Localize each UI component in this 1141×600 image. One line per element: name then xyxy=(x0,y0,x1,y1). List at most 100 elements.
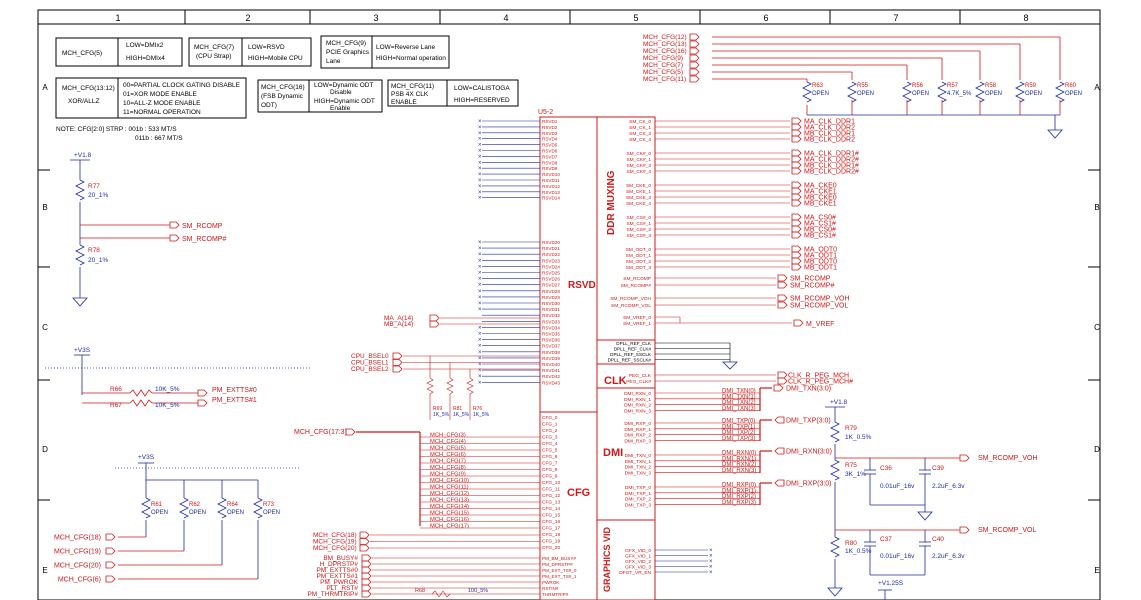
ddr-pin-4-3: SM_ODT_3 xyxy=(626,265,652,271)
note-mch-cfg11-sub2: ENABLE xyxy=(391,99,417,106)
note-mch-cfg7: MCH_CFG(7) xyxy=(194,44,234,51)
column-label-2: 2 xyxy=(245,13,250,23)
top-cfg-net-5: MCH_CFG(5) xyxy=(643,69,683,76)
net-mch-cfg-13: MCH_CFG(13) xyxy=(430,498,469,504)
svg-text:×: × xyxy=(478,325,482,331)
note-mch-cfg9: MCH_CFG(9) xyxy=(326,40,366,47)
ddr-pin-0-0: SM_CK_0 xyxy=(629,119,651,125)
net-mch-cfg-4: MCH_CFG(4) xyxy=(430,439,466,445)
svg-text:×: × xyxy=(478,374,482,380)
c39-ref: C39 xyxy=(932,465,944,472)
r77-value: 20_1% xyxy=(88,192,108,199)
bank-net-1: MCH_CFG(19) xyxy=(54,549,101,556)
dmi-pin-0-1: DMI_RXN_1 xyxy=(624,397,651,403)
top-res-ref-5: R59 xyxy=(1025,83,1037,89)
dmi-net-1-3: DMI_TXP(3) xyxy=(722,436,755,442)
svg-text:×: × xyxy=(478,332,482,338)
peg-pin-1: PEG_CLK# xyxy=(626,379,651,385)
rsvd-pin-11: RSVD11 xyxy=(542,178,560,183)
net-mch-cfg-7: MCH_CFG(7) xyxy=(430,459,466,465)
note-mch-cfg7-high: HIGH=Mobile CPU xyxy=(248,55,303,62)
peg-net-1: CLK_R_PEG_MCH# xyxy=(788,379,853,386)
r68-ref: R68 xyxy=(415,588,425,594)
pm-pin-6: THRMTRIP# xyxy=(542,592,569,597)
svg-text:×: × xyxy=(709,570,713,576)
top-res-ref-0: R63 xyxy=(812,83,824,89)
dmi-pin-3-1: DMI_TXP_1 xyxy=(625,491,651,497)
top-res-ref-6: R60 xyxy=(1065,83,1077,89)
cfg-pin-8: CFG_8 xyxy=(542,467,558,473)
section-clk: CLK xyxy=(604,375,627,387)
gfx-pin-3: GFX_VID_3 xyxy=(625,565,651,571)
bank-res-val-2: OPEN xyxy=(227,510,244,516)
top-res-val-6: OPEN xyxy=(1065,91,1082,97)
column-label-4: 4 xyxy=(503,13,508,23)
rsvd-pin-23: RSVD23 xyxy=(542,258,560,263)
net-mch-cfg-10: MCH_CFG(10) xyxy=(430,478,469,484)
c39-value: 2.2uF_6.3v xyxy=(932,483,965,490)
net-mch-cfg-17: MCH_CFG(17) xyxy=(430,524,469,530)
r78-ref: R78 xyxy=(88,247,100,254)
smcomp-net-1: SM_RCOMP# xyxy=(790,283,834,290)
bank-res-val-1: OPEN xyxy=(189,510,206,516)
rsvd-pin-37: RSVD37 xyxy=(542,344,560,349)
rsvd-pin-30: RSVD30 xyxy=(542,301,560,306)
svg-text:×: × xyxy=(478,301,482,307)
c37-value: 0.01uF_16v xyxy=(880,553,915,560)
dmi-pin-1-0: DMI_RXP_0 xyxy=(624,421,651,427)
cfg-pin-14: CFG_14 xyxy=(542,506,560,512)
pm-extts1-left: PM_EXTTS#1 xyxy=(212,397,257,404)
c40-ref: C40 xyxy=(932,536,944,543)
rsvd-pin-12: RSVD12 xyxy=(542,184,560,189)
cfg-pin-3: CFG_3 xyxy=(542,435,558,441)
rsvd-pin-42: RSVD42 xyxy=(542,374,560,379)
r75-value: 3K_1% xyxy=(845,471,866,478)
section-cfg: CFG xyxy=(567,487,590,499)
cfg-pin-12: CFG_12 xyxy=(542,493,560,499)
dmi-pin-2-3: DMI_TXN_3 xyxy=(625,470,652,476)
net-mch-cfg-5: MCH_CFG(5) xyxy=(430,446,466,452)
left-bank-resistors: R61 OPEN MCH_CFG(18) R62 OPEN MCH_CFG(19) R64 O… xyxy=(54,480,280,584)
top-res-val-4: OPEN xyxy=(985,91,1002,97)
dmi-pin-0-3: DMI_RXN_3 xyxy=(624,408,651,414)
ddr-net-0-3: MB_CLK_DDR2 xyxy=(804,137,855,144)
note-mch-cfg13-12: MCH_CFG(13:12) xyxy=(62,85,115,92)
ddr-pin-2-0: SM_CKE_0 xyxy=(626,183,651,189)
ddr-pin-4-2: SM_ODT_2 xyxy=(626,259,652,265)
net-mch-cfg-14: MCH_CFG(14) xyxy=(430,504,469,510)
note-boxes: MCH_CFG(5) LOW=DMIx2 HIGH=DMIx4 MCH_CFG(… xyxy=(55,35,519,142)
rsvd-pin-20: RSVD20 xyxy=(542,240,560,245)
left-extts xyxy=(45,354,310,407)
dmi-net-2-3: DMI_RXN(3) xyxy=(722,468,756,474)
note-mch-cfg16-sub1: (FSB Dynamic xyxy=(261,93,304,100)
top-cfg-net-4: MCH_CFG(7) xyxy=(643,62,683,69)
svg-text:×: × xyxy=(478,252,482,258)
bank-res-ref-2: R64 xyxy=(227,502,239,508)
note-odt-low1: LOW=Dynamic ODT xyxy=(314,82,373,89)
right-v18-label: +V1.8 xyxy=(830,399,848,406)
ddr-pin-0-2: SM_CK_3 xyxy=(629,131,651,137)
net-mch-cfg-9: MCH_CFG(9) xyxy=(430,472,466,478)
dmi-pin-3-3: DMI_TXP_3 xyxy=(625,502,651,508)
cfg-pin-0: CFG_0 xyxy=(542,415,558,421)
section-rsvd: RSVD xyxy=(568,280,596,291)
schematic-sheet: 1 2 3 4 5 6 7 8 A B C D E A B C D E MCH_… xyxy=(37,9,1101,600)
svg-text:×: × xyxy=(478,362,482,368)
rsvd-pin-1: RSVD1 xyxy=(542,119,558,124)
dpll-pin-0: DPLL_REF_CLK xyxy=(616,341,652,346)
rsvd-pin-28: RSVD28 xyxy=(542,289,560,294)
sm-rcomp-n-left: SM_RCOMP# xyxy=(182,236,226,243)
section-graphics-vid: GRAPHICS VID xyxy=(602,526,612,592)
ddr-pin-1-0: SM_CK#_0 xyxy=(626,151,651,157)
note-xor-allz: XOR/ALLZ xyxy=(68,98,99,105)
cfg-pin-18: CFG_18 xyxy=(542,532,560,538)
top-cfg-net-1: MCH_CFG(13) xyxy=(643,41,687,48)
top-res-ref-4: R58 xyxy=(985,83,997,89)
column-label-6: 6 xyxy=(763,13,768,23)
top-res-val-0: OPEN xyxy=(812,91,829,97)
ddr-pin-3-2: SM_CS#_2 xyxy=(626,227,651,233)
svg-text:×: × xyxy=(478,240,482,246)
row-label-e-right: E xyxy=(1094,566,1099,575)
row-label-a: A xyxy=(42,83,48,92)
ddr-net-3-3: MB_CS1# xyxy=(804,233,836,240)
